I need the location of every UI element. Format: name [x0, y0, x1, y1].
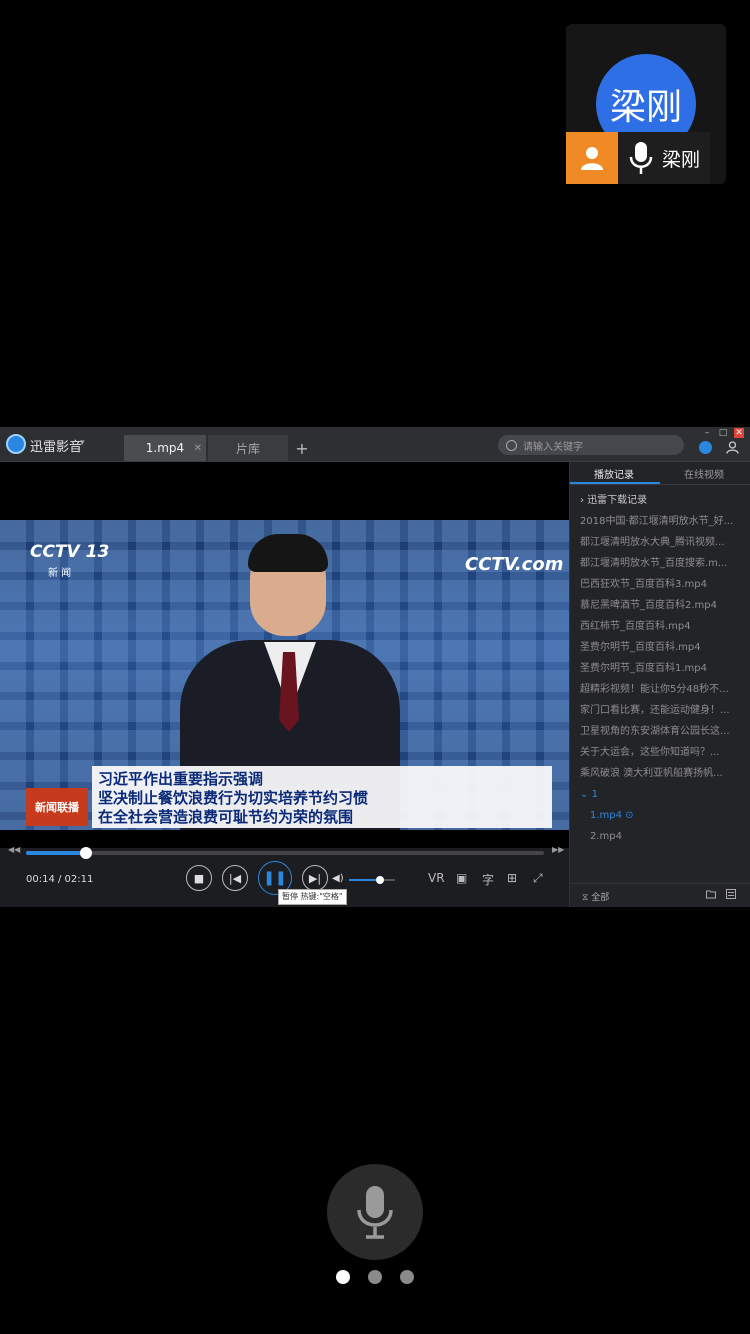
stop-button[interactable]: ■ — [186, 865, 212, 891]
progress-fill — [26, 851, 87, 855]
filter-label: 全部 — [591, 893, 610, 903]
microphone-icon — [357, 1186, 393, 1239]
volume-icon[interactable]: ◀) — [332, 873, 344, 884]
playlist-item-label: 2.mp4 — [590, 831, 622, 842]
playlist-item[interactable]: 超精彩视频！能让你5分48秒不... — [570, 679, 750, 700]
playlist-item[interactable]: 家门口看比赛，还能运动健身！... — [570, 700, 750, 721]
channel-logo: CCTV 13 — [30, 542, 110, 562]
layout-button[interactable]: ⊞ — [507, 871, 517, 885]
subtitle-button[interactable]: 字 — [482, 871, 494, 888]
next-button[interactable]: ▶| — [302, 865, 328, 891]
page-dot[interactable] — [368, 1270, 382, 1284]
playlist-group[interactable]: ⌄ 1 — [570, 784, 750, 805]
search-input[interactable]: 请输入关键字 — [498, 435, 684, 455]
app-logo-icon — [6, 434, 26, 454]
app-name[interactable]: 迅雷影音 — [30, 436, 82, 455]
video-area[interactable]: CCTV 13 新 闻 CCTV.com 新闻联播 习近平作出重要指示强调 坚决… — [0, 462, 569, 848]
playback-time: 00:14 / 02:11 — [26, 874, 94, 885]
tab-play-history[interactable]: 播放记录 — [594, 466, 634, 481]
screen-mode-button[interactable]: ▣ — [456, 871, 467, 885]
user-icon[interactable] — [726, 441, 739, 454]
fullscreen-button[interactable]: ⤢ — [533, 871, 543, 886]
playlist-item[interactable]: 巴西狂欢节_百度百科3.mp4 — [570, 574, 750, 595]
volume-handle[interactable] — [376, 876, 385, 884]
sidebar-footer: ⧖ 全部 — [570, 883, 750, 908]
minimize-button[interactable]: – — [702, 428, 712, 438]
playback-controls: ◀◀ ▶▶ 00:14 / 02:11 ■ |◀ ❚❚ ▶| ◀) VR ▣ 字… — [0, 845, 569, 907]
page-dot[interactable] — [400, 1270, 414, 1284]
playlist-folder[interactable]: › 迅雷下载记录 — [570, 490, 750, 511]
page-indicator — [336, 1270, 416, 1284]
maximize-button[interactable]: □ — [718, 428, 728, 438]
playlist-item[interactable]: 圣费尔明节_百度百科.mp4 — [570, 637, 750, 658]
now-playing-icon: ⊙ — [622, 810, 634, 821]
vr-button[interactable]: VR — [428, 871, 445, 885]
video-frame: CCTV 13 新 闻 CCTV.com 新闻联播 习近平作出重要指示强调 坚决… — [0, 520, 569, 830]
anchor-hair — [248, 534, 328, 572]
player-titlebar: 迅雷影音 ▾ 1.mp4 ✕ 片库 + 请输入关键字 – □ ✕ — [0, 427, 750, 462]
channel-sub: 新 闻 — [48, 568, 72, 579]
headline-line: 坚决制止餐饮浪费行为切实培养节约习惯 — [98, 789, 369, 807]
search-placeholder: 请输入关键字 — [523, 441, 583, 453]
tab-online-video[interactable]: 在线视频 — [684, 466, 724, 481]
playlist-item[interactable]: 关于大运会，这些你知道吗？... — [570, 742, 750, 763]
playlist-item[interactable]: 乘风破浪 澳大利亚帆船赛扬帆... — [570, 763, 750, 784]
filter-all-button[interactable]: ⧖ 全部 — [582, 890, 609, 903]
headline-caption: 习近平作出重要指示强调 坚决制止餐饮浪费行为切实培养节约习惯 在全社会营造浪费可… — [92, 766, 552, 828]
tab-label: 1.mp4 — [145, 441, 185, 455]
page-dot[interactable] — [336, 1270, 350, 1284]
watermark: CCTV.com — [465, 554, 564, 575]
tab-library[interactable]: 片库 — [208, 435, 288, 461]
person-icon — [566, 132, 618, 184]
previous-button[interactable]: |◀ — [222, 865, 248, 891]
headline-line: 在全社会营造浪费可耻节约为荣的氛围 — [98, 808, 354, 826]
folder-icon[interactable] — [706, 889, 716, 899]
program-badge: 新闻联播 — [26, 788, 88, 826]
progress-bar[interactable] — [26, 847, 544, 859]
playlist-sidebar: 播放记录 在线视频 › 迅雷下载记录 2018中国·都江堰清明放水节_好... 都… — [569, 462, 750, 907]
seek-forward-icon[interactable]: ▶▶ — [552, 845, 564, 854]
progress-handle[interactable] — [80, 847, 93, 859]
playlist: › 迅雷下载记录 2018中国·都江堰清明放水节_好... 都江堰清明放水大典_腾… — [570, 490, 750, 847]
playlist-item[interactable]: 圣费尔明节_百度百科1.mp4 — [570, 658, 750, 679]
mute-microphone-button[interactable] — [327, 1164, 423, 1260]
video-player-window: 迅雷影音 ▾ 1.mp4 ✕ 片库 + 请输入关键字 – □ ✕ CCTV 13… — [0, 427, 750, 907]
playlist-item[interactable]: 西红柿节_百度百科.mp4 — [570, 616, 750, 637]
caller-card[interactable]: 梁刚 梁刚 — [566, 24, 726, 184]
add-tab-button[interactable]: + — [292, 435, 312, 461]
chevron-down-icon: ⌄ — [580, 789, 592, 800]
history-clock-icon[interactable] — [699, 441, 712, 454]
seek-back-icon[interactable]: ◀◀ — [8, 845, 20, 854]
headline-line: 习近平作出重要指示强调 — [98, 770, 264, 788]
microphone-icon — [629, 142, 653, 174]
volume-slider[interactable] — [349, 876, 395, 884]
playlist-item[interactable]: 卫星视角的东安湖体育公园长这... — [570, 721, 750, 742]
list-icon[interactable] — [726, 889, 736, 899]
playlist-item[interactable]: 都江堰清明放水大典_腾讯视频... — [570, 532, 750, 553]
playlist-item[interactable]: 1.mp4 ⊙ — [570, 805, 750, 826]
chevron-down-icon[interactable]: ▾ — [80, 438, 85, 448]
caller-name: 梁刚 — [662, 148, 701, 171]
playlist-item[interactable]: 都江堰清明放水节_百度搜索.m... — [570, 553, 750, 574]
caller-info-bar: 梁刚 — [566, 132, 710, 184]
close-tab-icon[interactable]: ✕ — [194, 443, 202, 454]
tab-label: 片库 — [235, 441, 260, 456]
playlist-item[interactable]: 2018中国·都江堰清明放水节_好... — [570, 511, 750, 532]
playlist-item-label: 1.mp4 — [590, 810, 622, 821]
folder-label: 迅雷下载记录 — [587, 495, 648, 506]
active-tab-indicator — [570, 482, 660, 484]
sidebar-tabs: 播放记录 在线视频 — [570, 462, 750, 485]
search-icon — [506, 439, 517, 451]
playlist-item[interactable]: 2.mp4 — [570, 826, 750, 847]
close-window-button[interactable]: ✕ — [734, 428, 744, 438]
pause-tooltip: 暂停 热键:"空格" — [278, 889, 347, 905]
tab-current-file[interactable]: 1.mp4 ✕ — [124, 435, 206, 461]
playlist-item[interactable]: 慕尼黑啤酒节_百度百科2.mp4 — [570, 595, 750, 616]
group-label: 1 — [591, 789, 598, 800]
